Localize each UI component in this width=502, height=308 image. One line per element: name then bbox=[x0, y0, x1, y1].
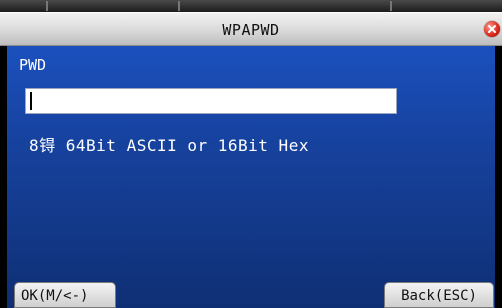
status-divider bbox=[178, 1, 180, 11]
close-icon bbox=[488, 25, 496, 33]
window-title: WPAPWD bbox=[222, 21, 280, 39]
status-divider bbox=[390, 1, 392, 11]
text-caret bbox=[30, 92, 32, 110]
title-bar: WPAPWD bbox=[0, 12, 502, 46]
status-strip bbox=[0, 0, 502, 12]
password-input[interactable] bbox=[25, 88, 397, 114]
device-screen: WPAPWD PWD 8锝 64Bit ASCII or 16Bit Hex O… bbox=[0, 0, 502, 308]
ok-button[interactable]: OK(M/<-) bbox=[14, 282, 116, 308]
password-hint: 8锝 64Bit ASCII or 16Bit Hex bbox=[29, 136, 309, 155]
content-panel: PWD 8锝 64Bit ASCII or 16Bit Hex bbox=[7, 46, 495, 308]
close-button[interactable] bbox=[484, 21, 500, 37]
back-button[interactable]: Back(ESC) bbox=[384, 282, 494, 308]
status-divider bbox=[46, 1, 48, 11]
password-label: PWD bbox=[19, 56, 47, 74]
